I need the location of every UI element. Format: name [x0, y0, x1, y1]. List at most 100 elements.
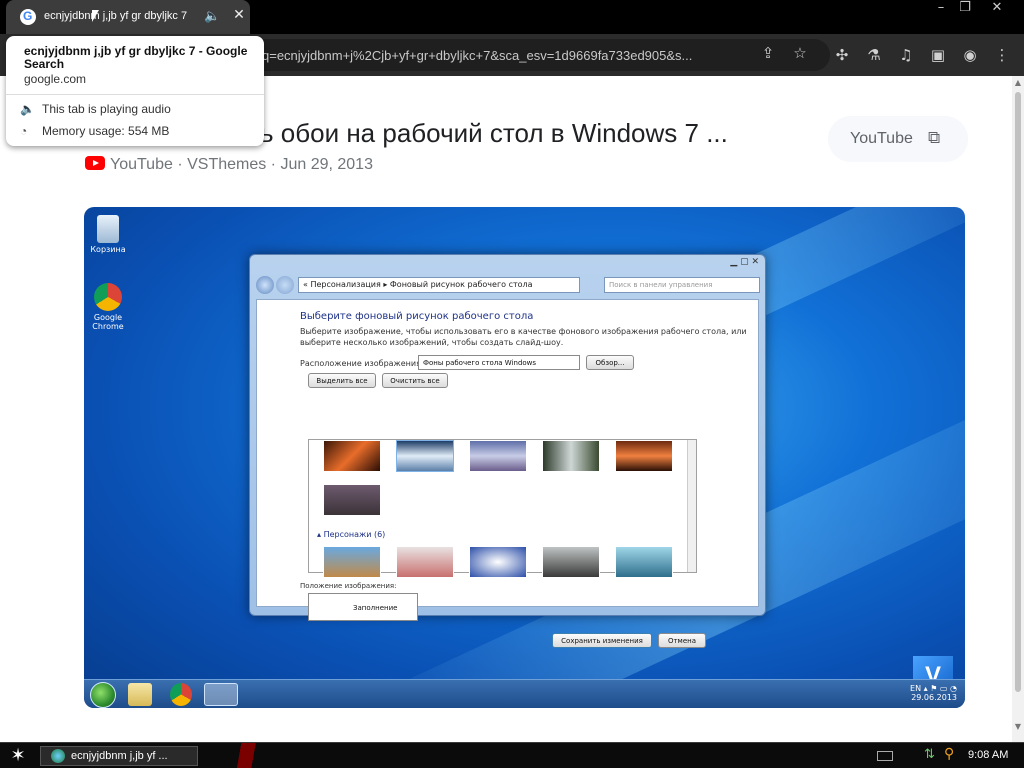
sidepanel-icon[interactable]: ▣: [928, 46, 948, 66]
result-source: YouTube: [110, 156, 173, 173]
profile-icon[interactable]: ◉: [960, 46, 980, 66]
wallpaper-thumbnail[interactable]: [396, 440, 454, 472]
menu-icon[interactable]: ⋮: [992, 46, 1012, 66]
select-all-button[interactable]: Выделить все: [308, 373, 376, 388]
scrollbar-thumb[interactable]: [1015, 92, 1021, 692]
personalization-dialog: ▁ ▢ ✕ « Персонализация ▸ Фоновый рисунок…: [249, 254, 766, 648]
desktop-icon-label: Google Chrome: [92, 313, 124, 331]
speaker-icon[interactable]: 🔈: [204, 9, 220, 25]
group-header[interactable]: ▴ Персонажи (6): [317, 530, 385, 539]
active-tab[interactable]: ecnjyjdbnm j,jb yf gr dbyljkc 7 🔈 ✕: [6, 0, 250, 34]
external-link-icon: ⧉: [928, 128, 941, 148]
star-menu-icon[interactable]: ✶: [6, 745, 30, 767]
dialog-description: выберите несколько изображений, чтобы со…: [300, 338, 564, 347]
wallpaper-thumbnail[interactable]: [469, 440, 527, 472]
video-player[interactable]: Корзина Google Chrome ▁ ▢ ✕ « Персонализ…: [84, 207, 965, 708]
media-icon[interactable]: ♫: [896, 46, 916, 66]
language-indicator[interactable]: EN: [910, 684, 921, 693]
close-icon[interactable]: ✕: [230, 7, 248, 25]
win7-taskbar: EN ▴ ⚑ ▭ ◔ 29.06.2013: [84, 679, 965, 708]
chrome-icon: [94, 283, 122, 311]
url-text[interactable]: q=ecnjyjdbnm+j%2Cjb+yf+gr+dbyljkc+7&sca_…: [262, 48, 754, 63]
dialog-cancel-button[interactable]: Отмена: [658, 633, 706, 648]
wallpaper-thumbnail[interactable]: [323, 546, 381, 578]
memory-usage: Memory usage: 554 MB: [42, 124, 170, 138]
chrome-window-icon: [51, 749, 65, 763]
wallpaper-thumbnail[interactable]: [542, 546, 600, 578]
wallpaper-thumbnail[interactable]: [542, 440, 600, 472]
scroll-down-arrow-icon[interactable]: ▼: [1012, 722, 1024, 734]
google-g-icon: [20, 9, 36, 25]
share-icon[interactable]: ⇪: [758, 44, 778, 64]
explorer-icon[interactable]: [128, 683, 152, 706]
desktop-icon-chrome[interactable]: Google Chrome: [84, 283, 132, 331]
restore-button[interactable]: ❐: [950, 0, 980, 20]
position-label: Положение изображения:: [300, 582, 397, 590]
tab-title: ecnjyjdbnm j,jb yf gr dbyljkc 7: [44, 10, 188, 22]
grid-scrollbar[interactable]: [687, 440, 696, 572]
hover-card-domain: google.com: [24, 72, 87, 86]
dialog-search-input[interactable]: Поиск в панели управления: [604, 277, 760, 293]
wallpaper-thumbnail[interactable]: [323, 484, 381, 516]
star-icon[interactable]: ☆: [790, 44, 810, 64]
wallpaper-thumbnail[interactable]: [323, 440, 381, 472]
address-bar[interactable]: q=ecnjyjdbnm+j%2Cjb+yf+gr+dbyljkc+7&sca_…: [250, 39, 830, 71]
audio-status: This tab is playing audio: [42, 102, 171, 116]
open-in-youtube-label: YouTube: [850, 130, 913, 147]
wallpaper-thumbnail[interactable]: [615, 546, 673, 578]
forward-arrow-icon[interactable]: [276, 276, 294, 294]
os-taskbar: ✶ ecnjyjdbnm j,jb yf ... ⇅ ⚲ 9:08 AM: [0, 742, 1024, 768]
mouse-cursor: [92, 10, 99, 22]
recycle-bin-icon: [97, 215, 119, 243]
desktop-icon-label: Корзина: [90, 245, 126, 254]
wallpaper-thumbnail[interactable]: [396, 546, 454, 578]
gauge-icon: ◔: [20, 124, 28, 138]
group-label: Персонажи (6): [323, 530, 386, 539]
wallpaper-thumbnail[interactable]: [615, 440, 673, 472]
taskbar-window-label: ecnjyjdbnm j,jb yf ...: [71, 750, 168, 762]
network-icon[interactable]: ⇅: [924, 747, 935, 762]
extensions-icon[interactable]: ✣: [832, 46, 852, 66]
clock[interactable]: 9:08 AM: [968, 749, 1008, 761]
result-meta: YouTube · VSThemes · Jun 29, 2013: [85, 156, 373, 174]
labs-icon[interactable]: ⚗: [864, 46, 884, 66]
tab-hover-card: ecnjyjdbnm j,jb yf gr dbyljkc 7 - Google…: [6, 36, 264, 146]
dialog-breadcrumb[interactable]: « Персонализация ▸ Фоновый рисунок рабоч…: [298, 277, 580, 293]
browse-button[interactable]: Обзор...: [586, 355, 634, 370]
result-channel: VSThemes: [187, 156, 267, 173]
save-changes-button[interactable]: Сохранить изменения: [552, 633, 652, 648]
window-close-button[interactable]: ✕: [982, 0, 1012, 20]
hover-card-title: ecnjyjdbnm j,jb yf gr dbyljkc 7 - Google…: [24, 44, 248, 71]
dialog-heading: Выберите фоновый рисунок рабочего стола: [300, 311, 534, 322]
keyboard-icon[interactable]: [877, 751, 893, 761]
win7-start-orb-icon[interactable]: [90, 682, 116, 708]
search-icon[interactable]: ⚲: [944, 746, 954, 762]
position-select[interactable]: Заполнение: [308, 593, 418, 621]
result-title[interactable]: ь обои на рабочий стол в Windows 7 ...: [260, 118, 728, 149]
desktop-icon-recycle-bin[interactable]: Корзина: [84, 215, 132, 254]
dialog-description: Выберите изображение, чтобы использовать…: [300, 327, 747, 336]
location-select[interactable]: Фоны рабочего стола Windows: [418, 355, 580, 370]
youtube-logo-icon: [85, 156, 105, 170]
result-date: Jun 29, 2013: [280, 156, 373, 173]
taskbar-window-button[interactable]: ecnjyjdbnm j,jb yf ...: [40, 746, 198, 766]
wallpaper-thumbnail[interactable]: [469, 546, 527, 578]
dialog-window-controls[interactable]: ▁ ▢ ✕: [730, 257, 759, 267]
chrome-taskbar-icon[interactable]: [170, 683, 192, 706]
back-arrow-icon[interactable]: [256, 276, 274, 294]
meta-separator: ·: [266, 156, 281, 173]
control-panel-taskbar-icon[interactable]: [204, 683, 238, 706]
speaker-icon: 🔈: [20, 102, 35, 116]
hover-card-memory-row: ◔ Memory usage: 554 MB: [20, 124, 169, 138]
wallpaper-grid[interactable]: ▴ Персонажи (6): [308, 439, 697, 578]
tab-strip: ecnjyjdbnm j,jb yf gr dbyljkc 7 🔈 ✕ – ❐ …: [0, 0, 1024, 34]
clear-all-button[interactable]: Очистить все: [382, 373, 448, 388]
meta-separator: ·: [172, 156, 188, 173]
divider: [6, 94, 264, 95]
decorative-stripe: [198, 743, 338, 768]
tray-date: 29.06.2013: [911, 693, 957, 702]
scroll-up-arrow-icon[interactable]: ▲: [1012, 78, 1024, 90]
open-in-youtube-button[interactable]: YouTube ⧉: [828, 116, 968, 162]
hover-card-audio-row: 🔈 This tab is playing audio: [20, 102, 171, 116]
win7-tray: EN ▴ ⚑ ▭ ◔ 29.06.2013: [910, 684, 957, 702]
